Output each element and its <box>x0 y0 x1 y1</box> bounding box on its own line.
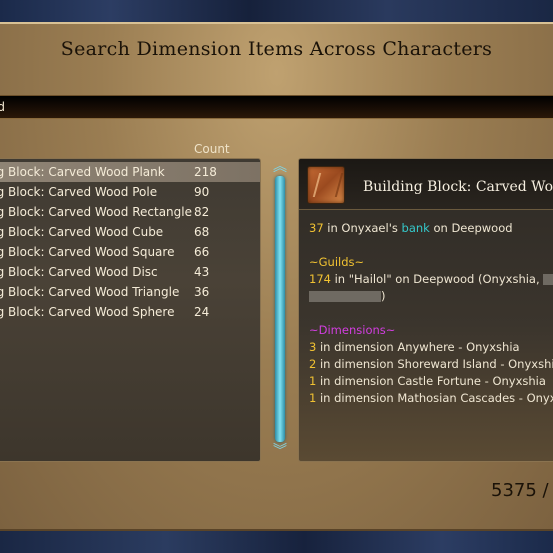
scrollbar-thumb[interactable] <box>275 176 285 442</box>
window-title: Search Dimension Items Across Characters <box>60 38 493 60</box>
dimension-line: 2 in dimension Shoreward Island - Onyxsh… <box>309 357 553 371</box>
item-count: 68 <box>194 225 210 239</box>
bank-suffix: on Deepwood <box>429 221 513 235</box>
bank-word: bank <box>401 221 430 235</box>
list-item[interactable]: ng Block: Carved Wood Triangle 36 <box>0 282 260 302</box>
item-name: ng Block: Carved Wood Square <box>0 245 175 259</box>
bank-prefix: in Onyxael's <box>323 221 402 235</box>
list-item[interactable]: ng Block: Carved Wood Disc 43 <box>0 262 260 282</box>
item-name: ng Block: Carved Wood Rectangle <box>0 205 192 219</box>
item-name: ng Block: Carved Wood Cube <box>0 225 164 239</box>
dimension-line: 1 in dimension Castle Fortune - Onyxshia <box>309 374 546 388</box>
total-count: 5375 / <box>491 480 549 501</box>
list-scrollbar[interactable]: ︽ ︾ <box>271 160 289 460</box>
redacted-block <box>543 274 553 285</box>
item-count: 24 <box>194 305 210 319</box>
item-count: 36 <box>194 285 210 299</box>
count-column-header: Count <box>194 142 230 156</box>
item-name: ng Block: Carved Wood Sphere <box>0 305 175 319</box>
item-count: 66 <box>194 245 210 259</box>
item-count: 82 <box>194 205 210 219</box>
guilds-header: ~Guilds~ <box>309 255 365 269</box>
dimension-text: in dimension Castle Fortune - Onyxshia <box>316 374 546 388</box>
item-name: ng Block: Carved Wood Pole <box>0 185 158 199</box>
item-detail-panel: Building Block: Carved Woo 37 in Onyxael… <box>298 158 553 462</box>
scroll-down-icon[interactable]: ︾ <box>271 444 289 458</box>
redacted-block <box>309 291 381 302</box>
bank-count: 37 <box>309 221 324 235</box>
list-item[interactable]: ng Block: Carved Wood Rectangle 82 <box>0 202 260 222</box>
scroll-up-icon[interactable]: ︽ <box>271 160 289 174</box>
dimension-line: 1 in dimension Mathosian Cascades - Onyx… <box>309 391 553 405</box>
list-item[interactable]: ng Block: Carved Wood Plank 218 <box>0 162 260 182</box>
guild-text: in "Hailol" on Deepwood (Onyxshia, <box>330 272 544 286</box>
guild-close: ) <box>381 289 386 303</box>
item-name: ng Block: Carved Wood Disc <box>0 265 158 279</box>
search-bar[interactable] <box>0 95 553 119</box>
item-count: 90 <box>194 185 210 199</box>
carved-wood-block-icon <box>307 166 345 204</box>
item-count: 218 <box>194 165 217 179</box>
search-input[interactable] <box>0 96 553 118</box>
guild-line-continued: ) <box>309 289 386 303</box>
list-item[interactable]: ng Block: Carved Wood Cube 68 <box>0 222 260 242</box>
dimensions-header: ~Dimensions~ <box>309 323 396 337</box>
list-item[interactable]: ng Block: Carved Wood Pole 90 <box>0 182 260 202</box>
detail-item-name: Building Block: Carved Woo <box>363 179 553 195</box>
guild-count: 174 <box>309 272 331 286</box>
detail-header: Building Block: Carved Woo <box>299 159 553 210</box>
window-frame-bottom <box>0 531 553 553</box>
dimension-text: in dimension Shoreward Island - Onyxshia <box>316 357 553 371</box>
dimension-line: 3 in dimension Anywhere - Onyxshia <box>309 340 520 354</box>
dimension-text: in dimension Mathosian Cascades - Onyxsh… <box>319 391 553 405</box>
list-item[interactable]: ng Block: Carved Wood Square 66 <box>0 242 260 262</box>
list-item[interactable]: ng Block: Carved Wood Sphere 24 <box>0 302 260 322</box>
guild-line: 174 in "Hailol" on Deepwood (Onyxshia, <box>309 272 553 286</box>
results-list[interactable]: ng Block: Carved Wood Plank 218 ng Block… <box>0 158 261 462</box>
bank-location-line: 37 in Onyxael's bank on Deepwood <box>309 221 513 235</box>
window-frame-top <box>0 0 553 22</box>
item-name: ng Block: Carved Wood Triangle <box>0 285 180 299</box>
dimension-text: in dimension Anywhere - Onyxshia <box>316 340 520 354</box>
item-name: ng Block: Carved Wood Plank <box>0 165 165 179</box>
item-count: 43 <box>194 265 210 279</box>
